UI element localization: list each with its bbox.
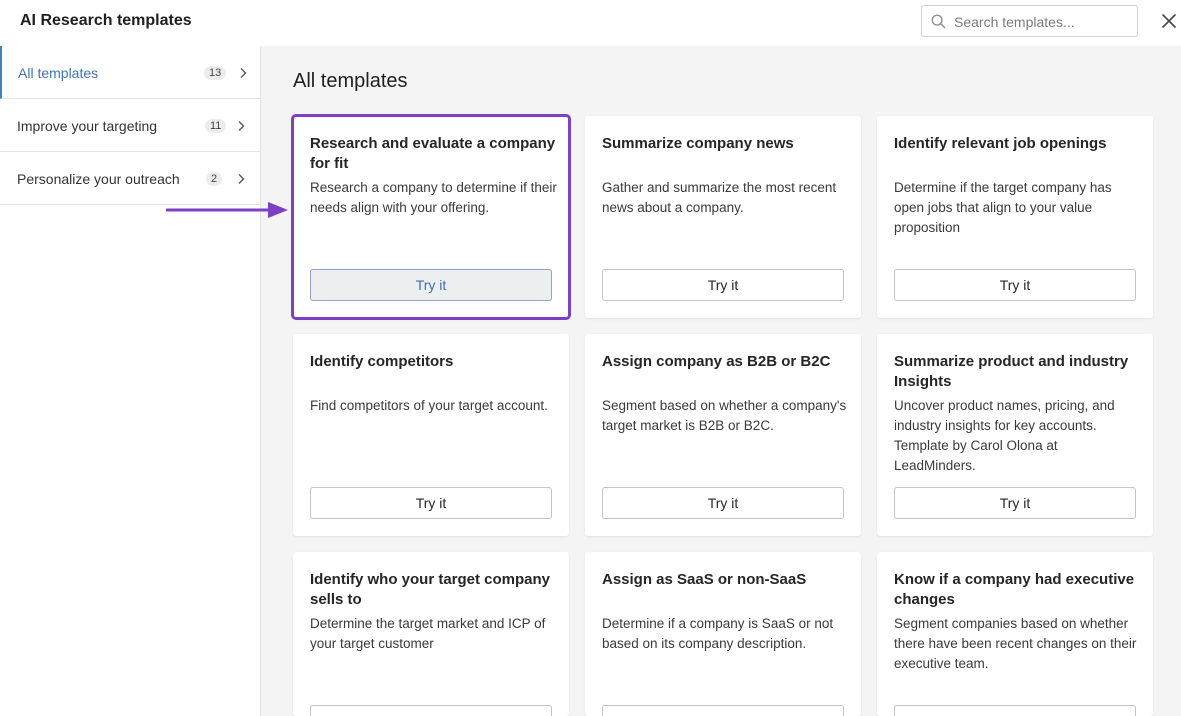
try-it-button[interactable] <box>310 705 552 716</box>
card-title: Identify competitors <box>310 353 454 370</box>
card-title: Know if a company had executive changes <box>894 571 1135 608</box>
card-title: Assign as SaaS or non-SaaS <box>602 571 807 588</box>
template-card: Assign as SaaS or non-SaaS Determine if … <box>585 552 861 716</box>
card-description: Segment based on whether a company's tar… <box>602 398 847 433</box>
template-card: Identify relevant job openings Determine… <box>877 116 1153 318</box>
card-title: Identify relevant job openings <box>894 135 1107 152</box>
card-title: Summarize company news <box>602 135 794 152</box>
sidebar-item-all-templates[interactable]: All templates 13 <box>0 46 260 99</box>
template-card: Identify who your target company sells t… <box>293 552 569 716</box>
template-card: Know if a company had executive changes … <box>877 552 1153 716</box>
card-description: Determine if a company is SaaS or not ba… <box>602 616 834 651</box>
card-description: Gather and summarize the most recent new… <box>602 180 837 215</box>
template-card: Research and evaluate a company for fit … <box>291 114 571 320</box>
card-description: Segment companies based on whether there… <box>894 616 1137 671</box>
card-description: Determine the target market and ICP of y… <box>310 616 546 651</box>
try-it-button[interactable]: Try it <box>894 269 1136 301</box>
template-card: Identify competitors Find competitors of… <box>293 334 569 536</box>
card-title: Assign company as B2B or B2C <box>602 353 831 370</box>
card-description: Uncover product names, pricing, and indu… <box>894 398 1115 473</box>
chevron-right-icon <box>240 68 247 78</box>
sidebar-item-improve-targeting[interactable]: Improve your targeting 11 <box>0 99 260 152</box>
count-badge: 11 <box>205 119 227 133</box>
template-card: Summarize company news Gather and summar… <box>585 116 861 318</box>
sidebar-item-personalize-outreach[interactable]: Personalize your outreach 2 <box>0 152 260 205</box>
try-it-button[interactable]: Try it <box>894 487 1136 519</box>
sidebar: All templates 13 Improve your targeting … <box>0 46 261 716</box>
sidebar-item-label: All templates <box>18 65 99 81</box>
try-it-button[interactable]: Try it <box>310 269 552 301</box>
count-badge: 13 <box>204 66 227 80</box>
arrow-annotation-icon <box>166 202 288 218</box>
templates-panel: All templates Research and evaluate a co… <box>261 46 1181 716</box>
card-description: Research a company to determine if their… <box>310 180 557 215</box>
modal-title: AI Research templates <box>20 12 192 29</box>
chevron-right-icon <box>238 121 245 131</box>
search-input[interactable] <box>954 11 1130 33</box>
count-badge: 2 <box>206 172 223 186</box>
modal-header: AI Research templates <box>0 0 1181 46</box>
try-it-button[interactable]: Try it <box>602 487 844 519</box>
try-it-button[interactable] <box>602 705 844 716</box>
card-description: Find competitors of your target account. <box>310 398 548 413</box>
card-title: Research and evaluate a company for fit <box>310 135 556 172</box>
card-title: Summarize product and industry Insights <box>894 353 1129 390</box>
search-icon <box>931 14 946 29</box>
sidebar-item-label: Improve your targeting <box>17 118 158 134</box>
card-title: Identify who your target company sells t… <box>310 571 551 608</box>
page-title: All templates <box>293 70 408 92</box>
search-box[interactable] <box>921 5 1138 37</box>
chevron-right-icon <box>238 174 245 184</box>
try-it-button[interactable]: Try it <box>602 269 844 301</box>
card-description: Determine if the target company has open… <box>894 180 1112 235</box>
template-card: Assign company as B2B or B2C Segment bas… <box>585 334 861 536</box>
sidebar-item-label: Personalize your outreach <box>17 171 180 187</box>
close-icon[interactable] <box>1160 12 1178 30</box>
template-card: Summarize product and industry Insights … <box>877 334 1153 536</box>
try-it-button[interactable] <box>894 705 1136 716</box>
try-it-button[interactable]: Try it <box>310 487 552 519</box>
